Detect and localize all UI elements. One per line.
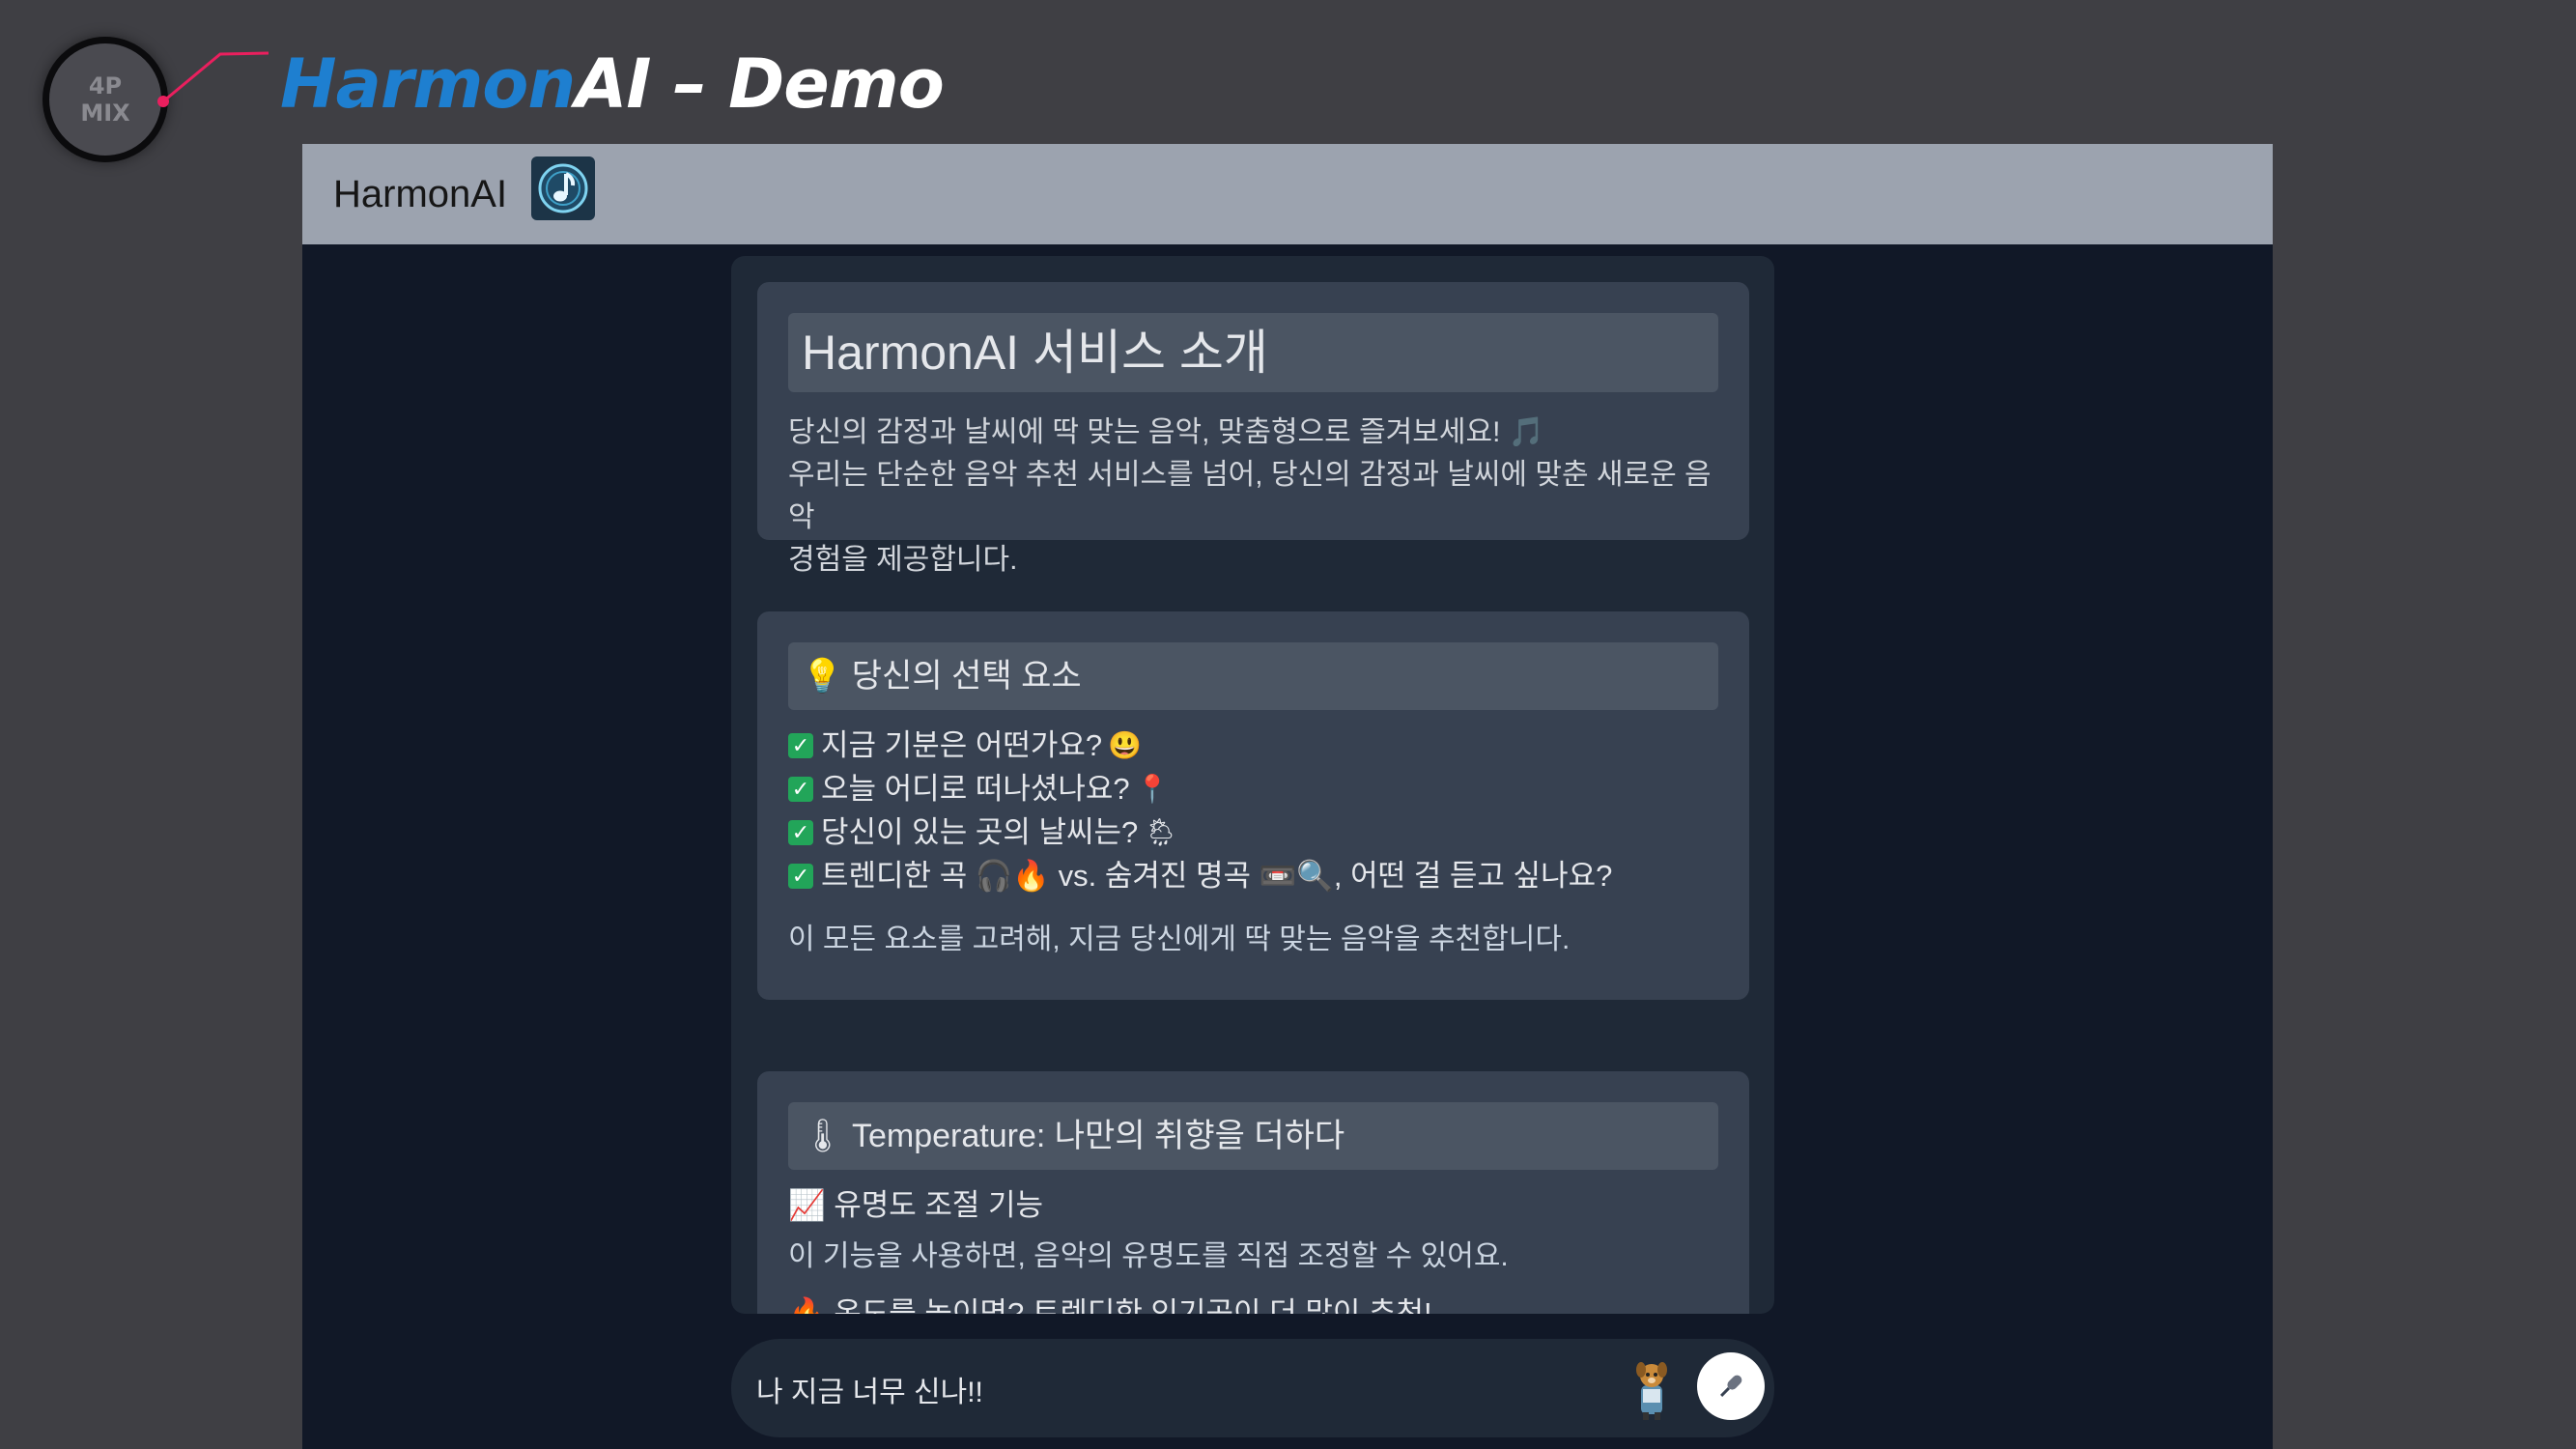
popularity-feature-title: 📈 유명도 조절 기능 [788, 1188, 1044, 1222]
music-note-icon[interactable] [531, 156, 595, 220]
choice-summary: 이 모든 요소를 고려해, 지금 당신에게 딱 맞는 음악을 추천합니다. [788, 923, 1571, 955]
app-window: HarmonAI HarmonAI 서비스 소개 당신의 감정과 날씨에 딱 맞… [302, 144, 2273, 1449]
slide-title: HarmonAI – Demo [280, 41, 945, 128]
content-panel[interactable]: HarmonAI 서비스 소개 당신의 감정과 날씨에 딱 맞는 음악, 맞춤형… [731, 256, 1774, 1314]
dog-mascot-icon [1629, 1356, 1674, 1420]
checkmark-icon: ✓ [788, 732, 813, 758]
temperature-hot-line: 🔥 온도를 높이면? 트렌디한 인기곡이 더 많이 추천! [788, 1296, 1432, 1314]
intro-line-1: 당신의 감정과 날씨에 딱 맞는 음악, 맞춤형으로 즐겨보세요! 🎵 [788, 416, 1545, 448]
intro-heading: HarmonAI 서비스 소개 [788, 313, 1718, 392]
choice-heading: 💡 당신의 선택 요소 [788, 642, 1718, 710]
choice-card: 💡 당신의 선택 요소 ✓ 지금 기분은 어떤가요? 😃 ✓ 오늘 어디로 떠나… [757, 611, 1749, 1000]
navbar: HarmonAI [302, 144, 2273, 244]
checkmark-icon: ✓ [788, 776, 813, 802]
pointer-line [162, 51, 269, 103]
slide-title-rest: AI – Demo [575, 44, 945, 124]
choice-item-mood: ✓ 지금 기분은 어떤가요? 😃 [788, 724, 1718, 767]
choice-item-location: ✓ 오늘 어디로 떠나셨나요? 📍 [788, 767, 1718, 810]
smile-emoji-icon: 😃 [1108, 730, 1143, 760]
temperature-heading: 🌡 Temperature: 나만의 취향을 더하다 [788, 1102, 1718, 1170]
intro-body: 당신의 감정과 날씨에 딱 맞는 음악, 맞춤형으로 즐겨보세요! 🎵 우리는 … [788, 412, 1718, 582]
intro-line-3: 경험을 제공합니다. [788, 544, 1018, 576]
chat-bar [731, 1339, 1774, 1437]
chat-input[interactable] [754, 1360, 1434, 1418]
intro-card: HarmonAI 서비스 소개 당신의 감정과 날씨에 딱 맞는 음악, 맞춤형… [757, 282, 1749, 576]
choice-list: ✓ 지금 기분은 어떤가요? 😃 ✓ 오늘 어디로 떠나셨나요? 📍 ✓ 당신이… [788, 724, 1718, 897]
intro-line-2: 우리는 단순한 음악 추천 서비스를 넘어, 당신의 감정과 날씨에 맞춘 새로… [788, 459, 1712, 533]
choice-item-text: 오늘 어디로 떠나셨나요? [821, 772, 1130, 806]
temperature-card: 🌡 Temperature: 나만의 취향을 더하다 📈 유명도 조절 기능 이… [757, 1071, 1749, 1314]
choice-item-text: 트렌디한 곡 🎧🔥 vs. 숨겨진 명곡 📼🔍, 어떤 걸 듣고 싶나요? [821, 859, 1613, 893]
choice-item-weather: ✓ 당신이 있는 곳의 날씨는? 🌦 [788, 810, 1718, 854]
brand-name[interactable]: HarmonAI [333, 165, 507, 223]
pin-emoji-icon: 📍 [1135, 774, 1170, 804]
weather-emoji-icon: 🌦 [1144, 817, 1178, 847]
popularity-feature-desc: 이 기능을 사용하면, 음악의 유명도를 직접 조정할 수 있어요. [788, 1240, 1509, 1272]
microphone-icon [1720, 1375, 1742, 1397]
slide-title-harmon: Harmon [280, 44, 576, 124]
checkmark-icon: ✓ [788, 863, 813, 889]
choice-item-text: 당신이 있는 곳의 날씨는? [821, 815, 1139, 849]
mic-button[interactable] [1697, 1352, 1765, 1420]
choice-item-text: 지금 기분은 어떤가요? [821, 728, 1103, 762]
checkmark-icon: ✓ [788, 819, 813, 845]
choice-item-trend: ✓ 트렌디한 곡 🎧🔥 vs. 숨겨진 명곡 📼🔍, 어떤 걸 듣고 싶나요? [788, 854, 1718, 897]
